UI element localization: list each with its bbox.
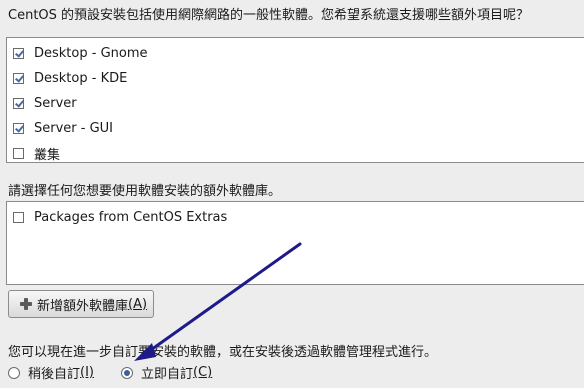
list-item-label: Packages from CentOS Extras xyxy=(34,209,228,225)
software-group-list[interactable]: Desktop - Gnome Desktop - KDE Server Ser… xyxy=(6,37,584,163)
radio-mnemonic: (C) xyxy=(193,365,213,380)
checkbox-server-gui[interactable] xyxy=(13,122,24,134)
add-repo-button[interactable]: 新增額外軟體庫 (A) xyxy=(8,290,154,318)
customize-now-radio[interactable]: 立即自訂 (C) xyxy=(121,363,212,382)
customize-later-radio[interactable]: 稍後自訂 (I) xyxy=(8,363,94,382)
checkbox-desktop-gnome[interactable] xyxy=(13,47,24,59)
extra-repo-list[interactable]: Packages from CentOS Extras xyxy=(6,201,584,285)
checkbox-cluster[interactable] xyxy=(13,147,24,159)
list-item[interactable]: Server xyxy=(13,93,77,113)
radio-button[interactable] xyxy=(8,366,20,379)
checkbox-server[interactable] xyxy=(13,97,24,109)
question-text: CentOS 的預設安裝包括使用網際網路的一般性軟體。您希望系統還支援哪些額外項… xyxy=(8,8,530,23)
checkbox-centos-extras[interactable] xyxy=(13,211,24,223)
add-repo-button-label: 新增額外軟體庫 xyxy=(37,298,129,314)
list-item[interactable]: Server - GUI xyxy=(13,118,113,138)
add-repo-button-mnemonic: (A) xyxy=(128,296,148,312)
list-item[interactable]: 叢集 xyxy=(13,143,60,163)
list-item-label: Server - GUI xyxy=(34,120,114,136)
list-item-label: 叢集 xyxy=(34,147,61,163)
customize-note: 您可以現在進一步自訂要安裝的軟體，或在安裝後透過軟體管理程式進行。 xyxy=(8,345,438,360)
radio-label: 稍後自訂 xyxy=(28,367,81,382)
list-item[interactable]: Desktop - Gnome xyxy=(13,43,148,63)
list-item-label: Desktop - Gnome xyxy=(34,45,148,61)
list-item-label: Server xyxy=(34,95,77,111)
radio-mnemonic: (I) xyxy=(80,365,94,380)
radio-button[interactable] xyxy=(121,366,133,379)
extra-repo-prompt: 請選擇任何您想要使用軟體安裝的額外軟體庫。 xyxy=(8,184,282,199)
checkbox-desktop-kde[interactable] xyxy=(13,72,24,84)
list-item[interactable]: Packages from CentOS Extras xyxy=(13,207,227,227)
plus-icon xyxy=(19,297,33,311)
list-item-label: Desktop - KDE xyxy=(34,70,128,86)
list-item[interactable]: Desktop - KDE xyxy=(13,68,127,88)
radio-label: 立即自訂 xyxy=(141,367,194,382)
